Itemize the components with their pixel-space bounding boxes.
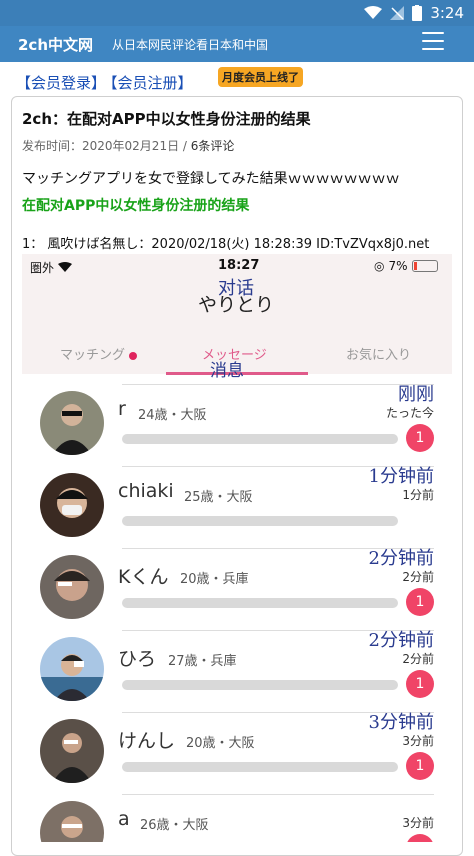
message-preview-bar bbox=[122, 762, 398, 772]
avatar bbox=[40, 555, 104, 619]
menu-icon[interactable] bbox=[422, 32, 444, 50]
list-item[interactable]: chiaki 25歳・大阪 1分钟前 1分前 bbox=[22, 466, 452, 548]
avatar bbox=[40, 473, 104, 537]
user-info: 27歳・兵庫 bbox=[168, 654, 237, 669]
list-item[interactable]: Kくん 20歳・兵庫 2分钟前 2分前 1 bbox=[22, 548, 452, 630]
status-icons: 3:24 bbox=[364, 4, 464, 22]
user-name: けんし bbox=[118, 730, 176, 752]
japanese-title: マッチングアプリを女で登録してみた結果ｗｗｗｗｗｗｗｗ bbox=[22, 171, 400, 187]
message-time: 2分前 bbox=[402, 652, 434, 666]
embedded-screenshot: 圏外 18:27 ◎ 7% 对话 やりとり マッチング メッセージ お気に入り … bbox=[22, 254, 452, 842]
avatar bbox=[40, 391, 104, 455]
status-time: 3:24 bbox=[430, 4, 464, 22]
time-cn-annotation: 1分钟前 bbox=[368, 466, 434, 487]
wifi-icon bbox=[57, 262, 72, 272]
tab-matching[interactable]: マッチング bbox=[60, 344, 138, 363]
battery-icon bbox=[411, 260, 438, 272]
message-time: 3分前 bbox=[402, 734, 434, 748]
message-time: たった今 bbox=[385, 406, 434, 420]
message-preview-bar bbox=[122, 434, 398, 444]
site-tagline: 从日本网民评论看日本和中国 bbox=[112, 38, 269, 52]
member-links: 【会员登录】 【会员注册】 bbox=[16, 72, 197, 93]
user-name: Kくん bbox=[118, 566, 169, 588]
message-preview-bar bbox=[122, 598, 398, 608]
wifi-icon bbox=[364, 6, 383, 19]
lock-rotation-icon: ◎ bbox=[374, 259, 385, 273]
time-cn-annotation: 3分钟前 bbox=[368, 712, 434, 733]
user-info: 20歳・兵庫 bbox=[180, 572, 249, 587]
list-item[interactable]: r 24歳・大阪 刚刚 たった今 1 bbox=[22, 384, 452, 466]
unread-badge: 1 bbox=[406, 670, 434, 698]
avatar bbox=[40, 719, 104, 783]
time-cn-annotation: 刚刚 bbox=[398, 384, 434, 405]
message-time: 2分前 bbox=[402, 570, 434, 584]
comment-count[interactable]: 6条评论 bbox=[191, 139, 235, 153]
notification-dot bbox=[129, 351, 138, 360]
message-preview-bar bbox=[122, 680, 398, 690]
user-info: 20歳・大阪 bbox=[186, 736, 255, 751]
header-title-jp: やりとり bbox=[198, 294, 275, 316]
user-name: a bbox=[118, 808, 130, 830]
phone-time: 18:27 bbox=[218, 258, 260, 273]
no-signal-icon bbox=[390, 6, 405, 20]
user-name: r bbox=[118, 398, 126, 420]
list-item[interactable]: ひろ 27歳・兵庫 2分钟前 2分前 1 bbox=[22, 630, 452, 712]
message-time: 1分前 bbox=[402, 488, 434, 502]
phone-battery: ◎ 7% bbox=[374, 259, 438, 273]
user-name: chiaki bbox=[118, 480, 174, 502]
login-link[interactable]: 【会员登录】 bbox=[16, 74, 106, 92]
chinese-title: 在配对APP中以女性身份注册的结果 bbox=[22, 198, 250, 214]
unread-badge: 1 bbox=[406, 588, 434, 616]
user-name: ひろ bbox=[118, 648, 157, 670]
article-meta: 发布时间：2020年02月21日 / 6条评论 bbox=[22, 137, 234, 154]
avatar bbox=[40, 637, 104, 701]
user-info: 24歳・大阪 bbox=[138, 408, 207, 423]
message-preview-bar bbox=[122, 516, 398, 526]
register-link[interactable]: 【会员注册】 bbox=[110, 74, 193, 92]
list-item[interactable]: a 26歳・大阪 3分前 bbox=[22, 794, 452, 842]
time-cn-annotation: 2分钟前 bbox=[368, 548, 434, 569]
time-cn-annotation: 2分钟前 bbox=[368, 630, 434, 651]
message-time: 3分前 bbox=[402, 816, 434, 830]
article-title[interactable]: 2ch：在配对APP中以女性身份注册的结果 bbox=[22, 108, 311, 129]
promo-badge[interactable]: 月度会员上线了 bbox=[218, 67, 303, 87]
battery-icon bbox=[412, 5, 423, 21]
app-header-area: 圏外 18:27 ◎ 7% 对话 やりとり マッチング メッセージ お気に入り … bbox=[22, 254, 452, 381]
user-info: 26歳・大阪 bbox=[140, 818, 209, 833]
overlay-messages-cn: 消息 bbox=[210, 361, 244, 381]
unread-badge bbox=[406, 834, 434, 842]
carrier-status: 圏外 bbox=[30, 259, 72, 276]
publish-date: 发布时间：2020年02月21日 / bbox=[22, 139, 187, 153]
user-info: 25歳・大阪 bbox=[184, 490, 253, 505]
post-header: 1： 風吹けば名無し：2020/02/18(火) 18:28:39 ID:TvZ… bbox=[22, 237, 430, 252]
list-item[interactable]: けんし 20歳・大阪 3分钟前 3分前 1 bbox=[22, 712, 452, 794]
app-header: 2ch中文网 从日本网民评论看日本和中国 bbox=[0, 26, 474, 62]
site-logo[interactable]: 2ch中文网 bbox=[18, 34, 93, 55]
unread-badge: 1 bbox=[406, 752, 434, 780]
unread-badge: 1 bbox=[406, 424, 434, 452]
status-bar: 3:24 bbox=[0, 0, 474, 26]
tab-favorites[interactable]: お気に入り bbox=[346, 344, 411, 363]
avatar bbox=[40, 801, 104, 842]
